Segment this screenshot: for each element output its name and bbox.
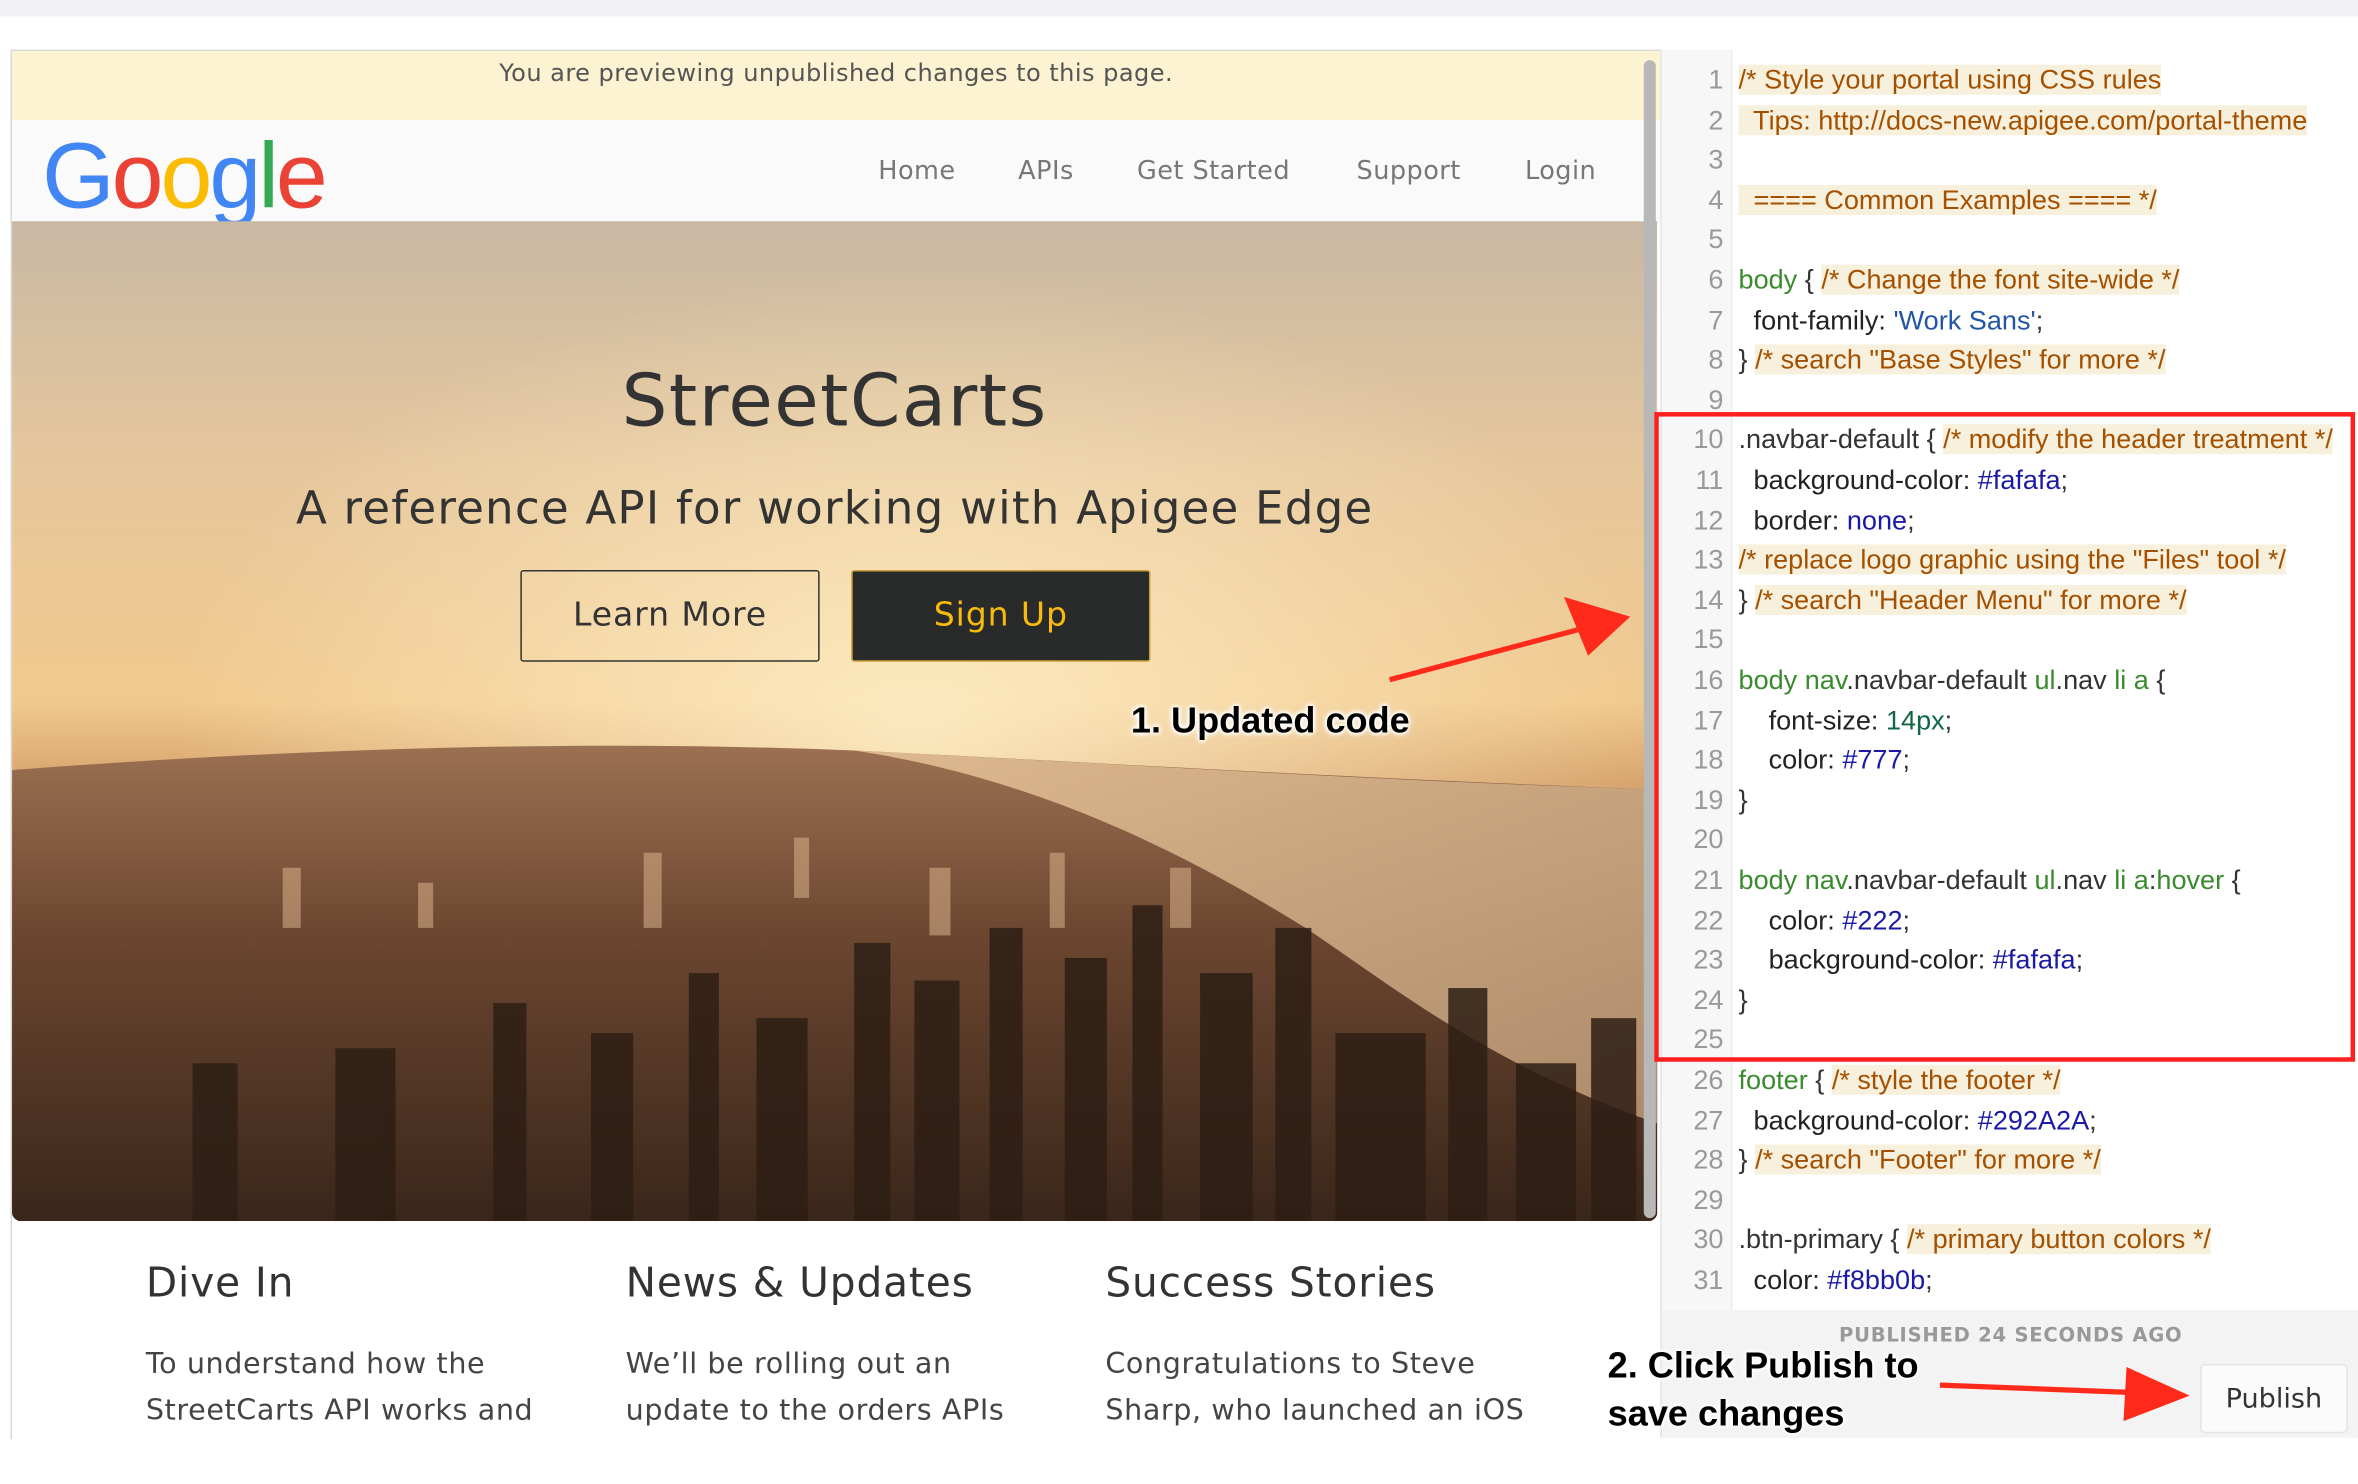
annotation-step-2: 2. Click Publish to save changes: [1608, 1343, 1919, 1439]
arrow-right-icon: [1939, 1367, 2190, 1422]
annotation-step-1: 1. Updated code: [1130, 700, 1410, 742]
annotation-step-2-line1: 2. Click Publish to: [1607, 1345, 1919, 1387]
screenshot-stage: You are previewing unpublished changes t…: [0, 0, 2358, 1484]
arrow-right-icon: [1388, 597, 1631, 683]
annotation-step-2-line2: save changes: [1607, 1394, 1845, 1435]
